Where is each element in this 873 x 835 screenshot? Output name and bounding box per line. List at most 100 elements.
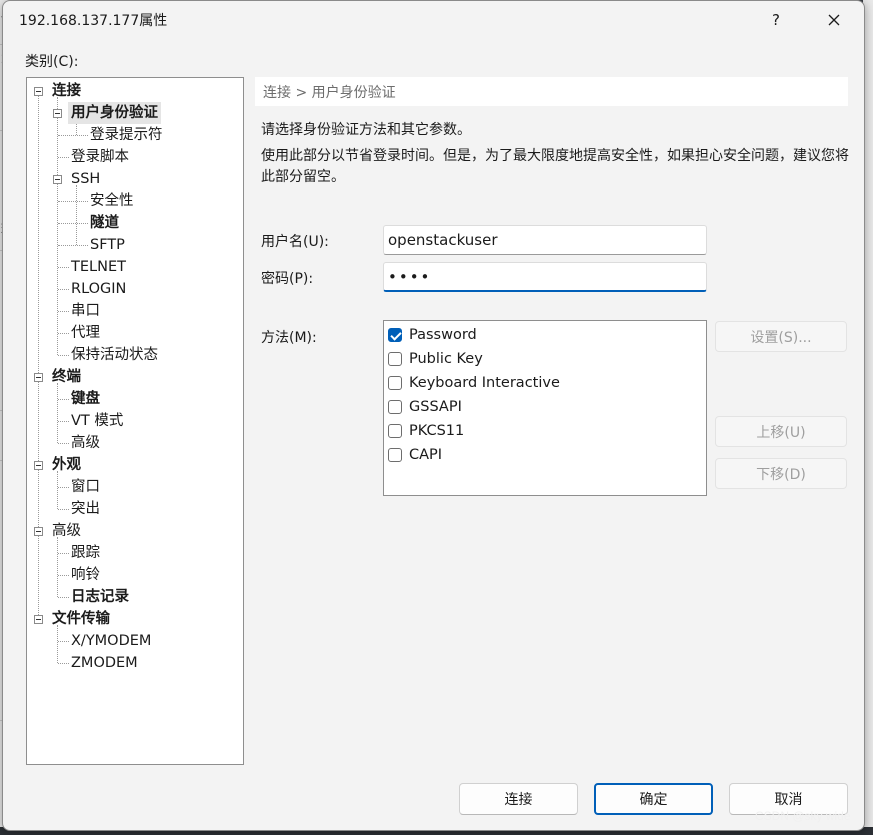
tree-connector	[57, 625, 58, 663]
breadcrumb: 连接 > 用户身份验证	[255, 77, 848, 106]
method-item-password[interactable]: Password	[388, 324, 477, 346]
tree-item-node-22[interactable]: 响铃	[71, 564, 100, 586]
tree-item-node-14[interactable]: 键盘	[71, 388, 100, 410]
method-label: Keyboard Interactive	[409, 375, 560, 391]
collapse-toggle-icon[interactable]	[34, 527, 43, 536]
tree-connector	[38, 91, 39, 619]
category-tree[interactable]: 连接 用户身份验证 登录提示符 登录脚本 SSH 安全性 隧道 SFTP TELNET RLOGI…	[26, 77, 244, 765]
tree-item-node-20[interactable]: 高级	[52, 520, 81, 542]
breadcrumb-text: 连接 > 用户身份验证	[263, 85, 396, 101]
tree-connector	[58, 663, 69, 664]
collapse-toggle-icon[interactable]	[53, 109, 62, 118]
method-item-keyboard-interactive[interactable]: Keyboard Interactive	[388, 372, 560, 394]
tree-connector	[58, 443, 69, 444]
tree-connector	[76, 185, 77, 245]
tree-connector	[58, 223, 88, 224]
collapse-toggle-icon[interactable]	[34, 615, 43, 624]
method-label: Public Key	[409, 351, 483, 367]
tree-item-zmodem[interactable]: ZMODEM	[71, 652, 138, 674]
method-item-capi[interactable]: CAPI	[388, 444, 442, 466]
tree-item-node-21[interactable]: 跟踪	[71, 542, 100, 564]
tree-connector	[58, 355, 69, 356]
collapse-toggle-icon[interactable]	[53, 175, 62, 184]
tree-item-node-11[interactable]: 代理	[71, 322, 100, 344]
tree-item-node-19[interactable]: 突出	[71, 498, 100, 520]
checkbox-unchecked-icon[interactable]	[388, 376, 402, 390]
checkbox-unchecked-icon[interactable]	[388, 448, 402, 462]
tree-connector	[58, 157, 69, 158]
method-label: Password	[409, 327, 477, 343]
method-item-gssapi[interactable]: GSSAPI	[388, 396, 462, 418]
collapse-toggle-icon[interactable]	[34, 87, 43, 96]
window-title: 192.168.137.177属性	[19, 13, 168, 29]
settings-button[interactable]: 设置(S)...	[715, 321, 847, 352]
close-icon	[828, 14, 840, 26]
help-button[interactable]: ?	[753, 1, 799, 39]
tree-item-node-12[interactable]: 保持活动状态	[71, 344, 158, 366]
tree-connector	[58, 135, 88, 136]
tree-item-node-6[interactable]: 隧道	[90, 212, 119, 234]
tree-connector	[58, 289, 69, 290]
tree-connector	[58, 399, 69, 400]
tree-item-ssh[interactable]: SSH	[71, 168, 100, 190]
checkbox-unchecked-icon[interactable]	[388, 424, 402, 438]
category-label: 类别(C):	[25, 54, 79, 70]
collapse-toggle-icon[interactable]	[34, 461, 43, 470]
tree-connector	[57, 383, 58, 443]
tree-connector	[58, 575, 69, 576]
tree-item-sftp[interactable]: SFTP	[90, 234, 125, 256]
description-line-2: 使用此部分以节省登录时间。但是，为了最大限度地提高安全性，如果担心安全问题，建议…	[261, 148, 849, 185]
ok-button[interactable]: 确定	[594, 783, 713, 815]
connect-button[interactable]: 连接	[459, 783, 578, 815]
tree-item-node-2[interactable]: 登录提示符	[90, 124, 163, 146]
tree-connector	[58, 509, 69, 510]
tree-connector	[57, 471, 58, 509]
tree-connector	[58, 597, 69, 598]
tree-connector	[58, 421, 69, 422]
tree-connector	[58, 553, 69, 554]
tree-item-node-16[interactable]: 高级	[71, 432, 100, 454]
close-button[interactable]	[811, 1, 857, 39]
watermark: CSDN @sky wide	[755, 809, 851, 823]
checkbox-unchecked-icon[interactable]	[388, 352, 402, 366]
tree-item-node-1[interactable]: 用户身份验证	[68, 102, 161, 124]
tree-item-node-3[interactable]: 登录脚本	[71, 146, 129, 168]
method-label: 方法(M):	[261, 330, 317, 346]
tree-connector	[58, 487, 69, 488]
tree-connector	[58, 333, 69, 334]
title-bar[interactable]: 192.168.137.177属性 ?	[3, 1, 864, 39]
checkbox-unchecked-icon[interactable]	[388, 400, 402, 414]
move-down-button[interactable]: 下移(D)	[715, 458, 847, 489]
checkbox-checked-icon[interactable]	[388, 328, 402, 342]
description-line-1: 请选择身份验证方法和其它参数。	[261, 122, 471, 138]
tree-connector	[58, 245, 88, 246]
username-input[interactable]	[383, 225, 707, 255]
method-item-pkcs11[interactable]: PKCS11	[388, 420, 464, 442]
tree-item-node-0[interactable]: 连接	[52, 80, 81, 102]
username-label: 用户名(U):	[261, 234, 329, 250]
tree-item-node-13[interactable]: 终端	[52, 366, 81, 388]
collapse-toggle-icon[interactable]	[34, 373, 43, 382]
tree-connector	[57, 537, 58, 597]
tree-item-telnet[interactable]: TELNET	[71, 256, 126, 278]
tree-item-x-ymodem[interactable]: X/YMODEM	[71, 630, 151, 652]
tree-connector	[58, 201, 88, 202]
tree-item-node-23[interactable]: 日志记录	[71, 586, 129, 608]
tree-item-node-10[interactable]: 串口	[71, 300, 100, 322]
method-label: CAPI	[409, 447, 443, 463]
method-item-public-key[interactable]: Public Key	[388, 348, 483, 370]
tree-connector	[58, 641, 69, 642]
tree-connector	[58, 267, 69, 268]
tree-item-node-18[interactable]: 窗口	[71, 476, 100, 498]
tree-item-vt[interactable]: VT 模式	[71, 410, 123, 432]
method-label: PKCS11	[409, 423, 465, 439]
tree-item-node-5[interactable]: 安全性	[90, 190, 134, 212]
tree-item-node-24[interactable]: 文件传输	[52, 608, 110, 630]
help-icon: ?	[772, 11, 780, 29]
password-label: 密码(P):	[261, 271, 314, 287]
move-up-button[interactable]: 上移(U)	[715, 416, 847, 447]
tree-item-rlogin[interactable]: RLOGIN	[71, 278, 126, 300]
password-input[interactable]	[383, 262, 707, 292]
tree-item-node-17[interactable]: 外观	[52, 454, 81, 476]
method-list[interactable]: Password Public Key Keyboard Interactive GS…	[383, 320, 707, 496]
